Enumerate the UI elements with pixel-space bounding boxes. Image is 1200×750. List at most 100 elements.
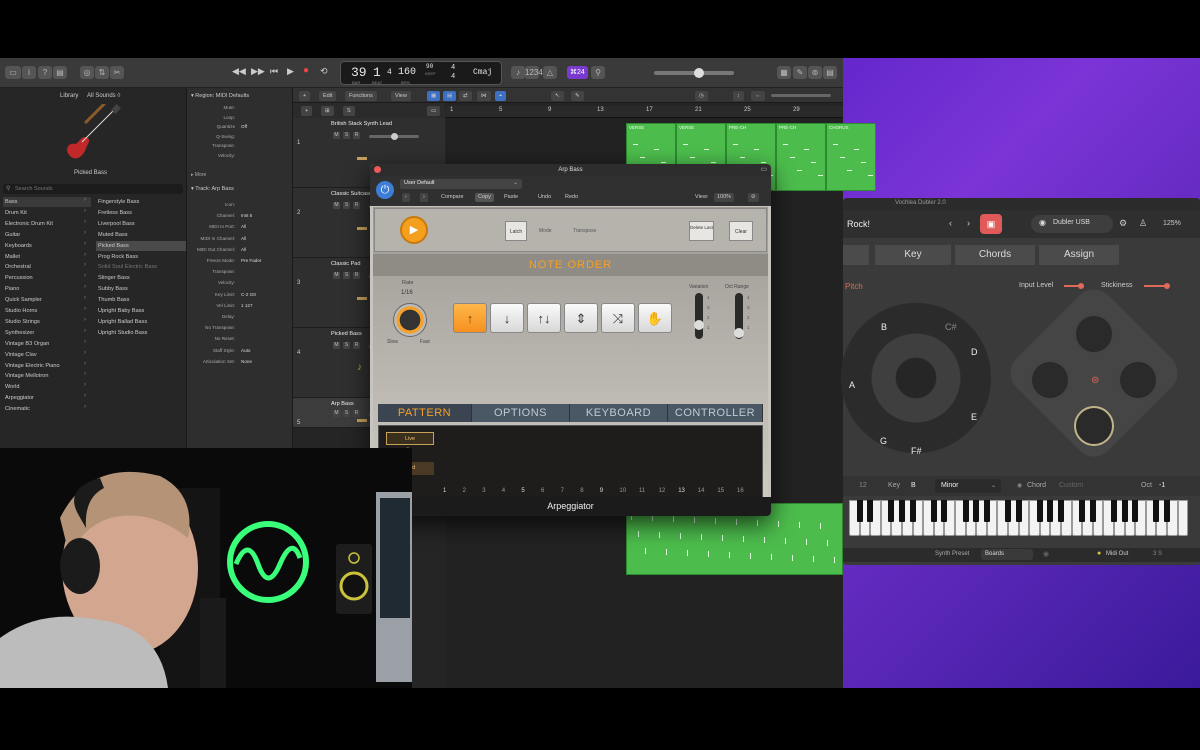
library-category[interactable]: Vintage Mellotron: [3, 371, 91, 381]
preset-dropdown[interactable]: User Default ⌄: [400, 179, 522, 189]
window-options-icon[interactable]: ▭: [760, 164, 767, 176]
note-b[interactable]: B: [881, 322, 887, 332]
library-preset[interactable]: Muted Bass: [96, 230, 186, 240]
record-arm-button[interactable]: R: [353, 132, 360, 139]
dubler-save-icon[interactable]: ▣: [980, 214, 1002, 234]
mixer-icon[interactable]: ⇅: [95, 66, 109, 79]
edit-menu[interactable]: Edit: [319, 91, 337, 101]
redo-button[interactable]: Redo: [562, 193, 581, 202]
step-number[interactable]: 12: [659, 488, 666, 494]
step-number[interactable]: 11: [639, 488, 645, 494]
library-preset[interactable]: Prog Rock Bass: [96, 252, 186, 262]
piano-black-key[interactable]: [1015, 500, 1022, 522]
global-tracks-icon[interactable]: ▭: [427, 106, 441, 116]
solo-button[interactable]: S: [343, 272, 350, 279]
piano-black-key[interactable]: [1132, 500, 1139, 522]
track-param-row[interactable]: Staff Style: Auto: [187, 346, 293, 355]
order-outside-in-button[interactable]: ⇕: [564, 303, 598, 333]
mute-button[interactable]: M: [333, 410, 340, 417]
pointer-tool-icon[interactable]: ↖: [551, 91, 564, 101]
note-e[interactable]: E: [971, 412, 977, 422]
library-preset[interactable]: Thumb Bass: [96, 295, 186, 305]
region-param-row[interactable]: Q-Swing:: [187, 132, 293, 141]
library-category[interactable]: Guitar: [3, 230, 91, 240]
record-arm-button[interactable]: R: [353, 272, 360, 279]
param-value[interactable]: All: [241, 234, 246, 243]
view-menu[interactable]: View: [391, 91, 411, 101]
tab-keyboard[interactable]: KEYBOARD: [570, 404, 668, 422]
synth-preset-dropdown[interactable]: Boards: [981, 549, 1033, 560]
record-arm-button[interactable]: R: [353, 202, 360, 209]
step-number[interactable]: 3: [482, 488, 485, 494]
dubler-device-selector[interactable]: ◉ Dubler USB: [1031, 215, 1113, 233]
region-param-row[interactable]: Velocity:: [187, 151, 293, 160]
audio-toggle-icon[interactable]: ◉: [1043, 550, 1049, 558]
catch-icon[interactable]: ⇄: [459, 91, 472, 101]
piano-black-key[interactable]: [1004, 500, 1011, 522]
region-block[interactable]: CHORUS: [826, 123, 876, 191]
library-category[interactable]: Keyboards: [3, 241, 91, 251]
library-category[interactable]: Electronic Drum Kit: [3, 219, 91, 229]
functions-menu[interactable]: Functions: [345, 91, 377, 101]
step-number[interactable]: 9: [600, 488, 603, 494]
list-editors-icon[interactable]: ▦: [777, 66, 791, 79]
track-param-row[interactable]: Articulation Set: None: [187, 357, 293, 366]
pencil-tool-icon[interactable]: ✎: [571, 91, 584, 101]
library-preset[interactable]: Fretless Bass: [96, 208, 186, 218]
notes-icon[interactable]: ✎: [793, 66, 807, 79]
midi-out-indicator[interactable]: ●: [1097, 550, 1101, 557]
track-param-row[interactable]: Vel Limit: 1 127: [187, 301, 293, 310]
library-category[interactable]: Vintage B3 Organ: [3, 339, 91, 349]
trigger-pad-right[interactable]: [1118, 360, 1158, 400]
order-up-down-button[interactable]: ↑↓: [527, 303, 561, 333]
track-param-row[interactable]: No Transpose:: [187, 323, 293, 332]
tab-options[interactable]: OPTIONS: [472, 404, 570, 422]
solo-button[interactable]: S: [343, 202, 350, 209]
tab-pattern[interactable]: PATTERN: [378, 404, 472, 422]
piano-black-key[interactable]: [1110, 500, 1117, 522]
key-value[interactable]: B: [911, 482, 916, 489]
waveform-zoom-icon[interactable]: ◷: [695, 91, 708, 101]
library-category[interactable]: Vintage Clav: [3, 350, 91, 360]
piano-black-key[interactable]: [909, 500, 916, 522]
rewind-icon[interactable]: ◀◀: [232, 66, 246, 77]
list-view-icon[interactable]: ▤: [443, 91, 457, 101]
rate-knob[interactable]: [393, 303, 427, 337]
param-value[interactable]: Inst 6: [241, 211, 252, 220]
track-name[interactable]: British Stack Synth Lead: [331, 121, 392, 127]
piano-black-key[interactable]: [856, 500, 863, 522]
piano-black-key[interactable]: [1079, 500, 1086, 522]
arp-play-icon[interactable]: ▶: [400, 216, 428, 244]
note-f-sharp[interactable]: F#: [911, 446, 922, 456]
step-number[interactable]: 4: [502, 488, 505, 494]
lcd-display[interactable]: 39 1 4 160 BAR BEAT 90 KEEP BPM 4 4 Cmaj: [340, 61, 502, 85]
live-button[interactable]: Live: [386, 432, 434, 445]
pitch-wheel[interactable]: [841, 298, 991, 458]
new-track-icon[interactable]: +: [301, 106, 313, 116]
library-preset[interactable]: Upright Baby Bass: [96, 306, 186, 316]
library-category[interactable]: Orchestral: [3, 262, 91, 272]
tab-key[interactable]: Key: [875, 245, 951, 265]
variation-slider[interactable]: [695, 293, 703, 339]
next-preset-icon[interactable]: ›: [420, 193, 428, 202]
browser-icon[interactable]: ▤: [823, 66, 837, 79]
close-icon[interactable]: [374, 166, 381, 173]
rate-value[interactable]: 1/16: [401, 290, 413, 296]
input-level-knob[interactable]: [1078, 283, 1084, 289]
track-param-row[interactable]: Key Limit: C-2 G8: [187, 290, 293, 299]
latch-button[interactable]: Latch: [505, 221, 527, 241]
step-number[interactable]: 16: [737, 488, 744, 494]
step-number[interactable]: 6: [541, 488, 544, 494]
tab-pitch-partial[interactable]: [843, 245, 869, 265]
mute-button[interactable]: M: [333, 272, 340, 279]
master-volume-knob[interactable]: [694, 68, 704, 78]
scale-dropdown[interactable]: Minor ⌄: [935, 479, 1001, 493]
solo-button[interactable]: S: [343, 132, 350, 139]
library-category[interactable]: Mallet: [3, 252, 91, 262]
param-value[interactable]: C-2 G8: [241, 290, 256, 299]
flex-icon[interactable]: ⋈: [477, 91, 491, 101]
record-arm-button[interactable]: R: [353, 342, 360, 349]
step-number[interactable]: 1: [443, 488, 446, 494]
track-options-icon[interactable]: ⊞: [321, 106, 334, 116]
view-value[interactable]: 100%: [714, 193, 735, 202]
